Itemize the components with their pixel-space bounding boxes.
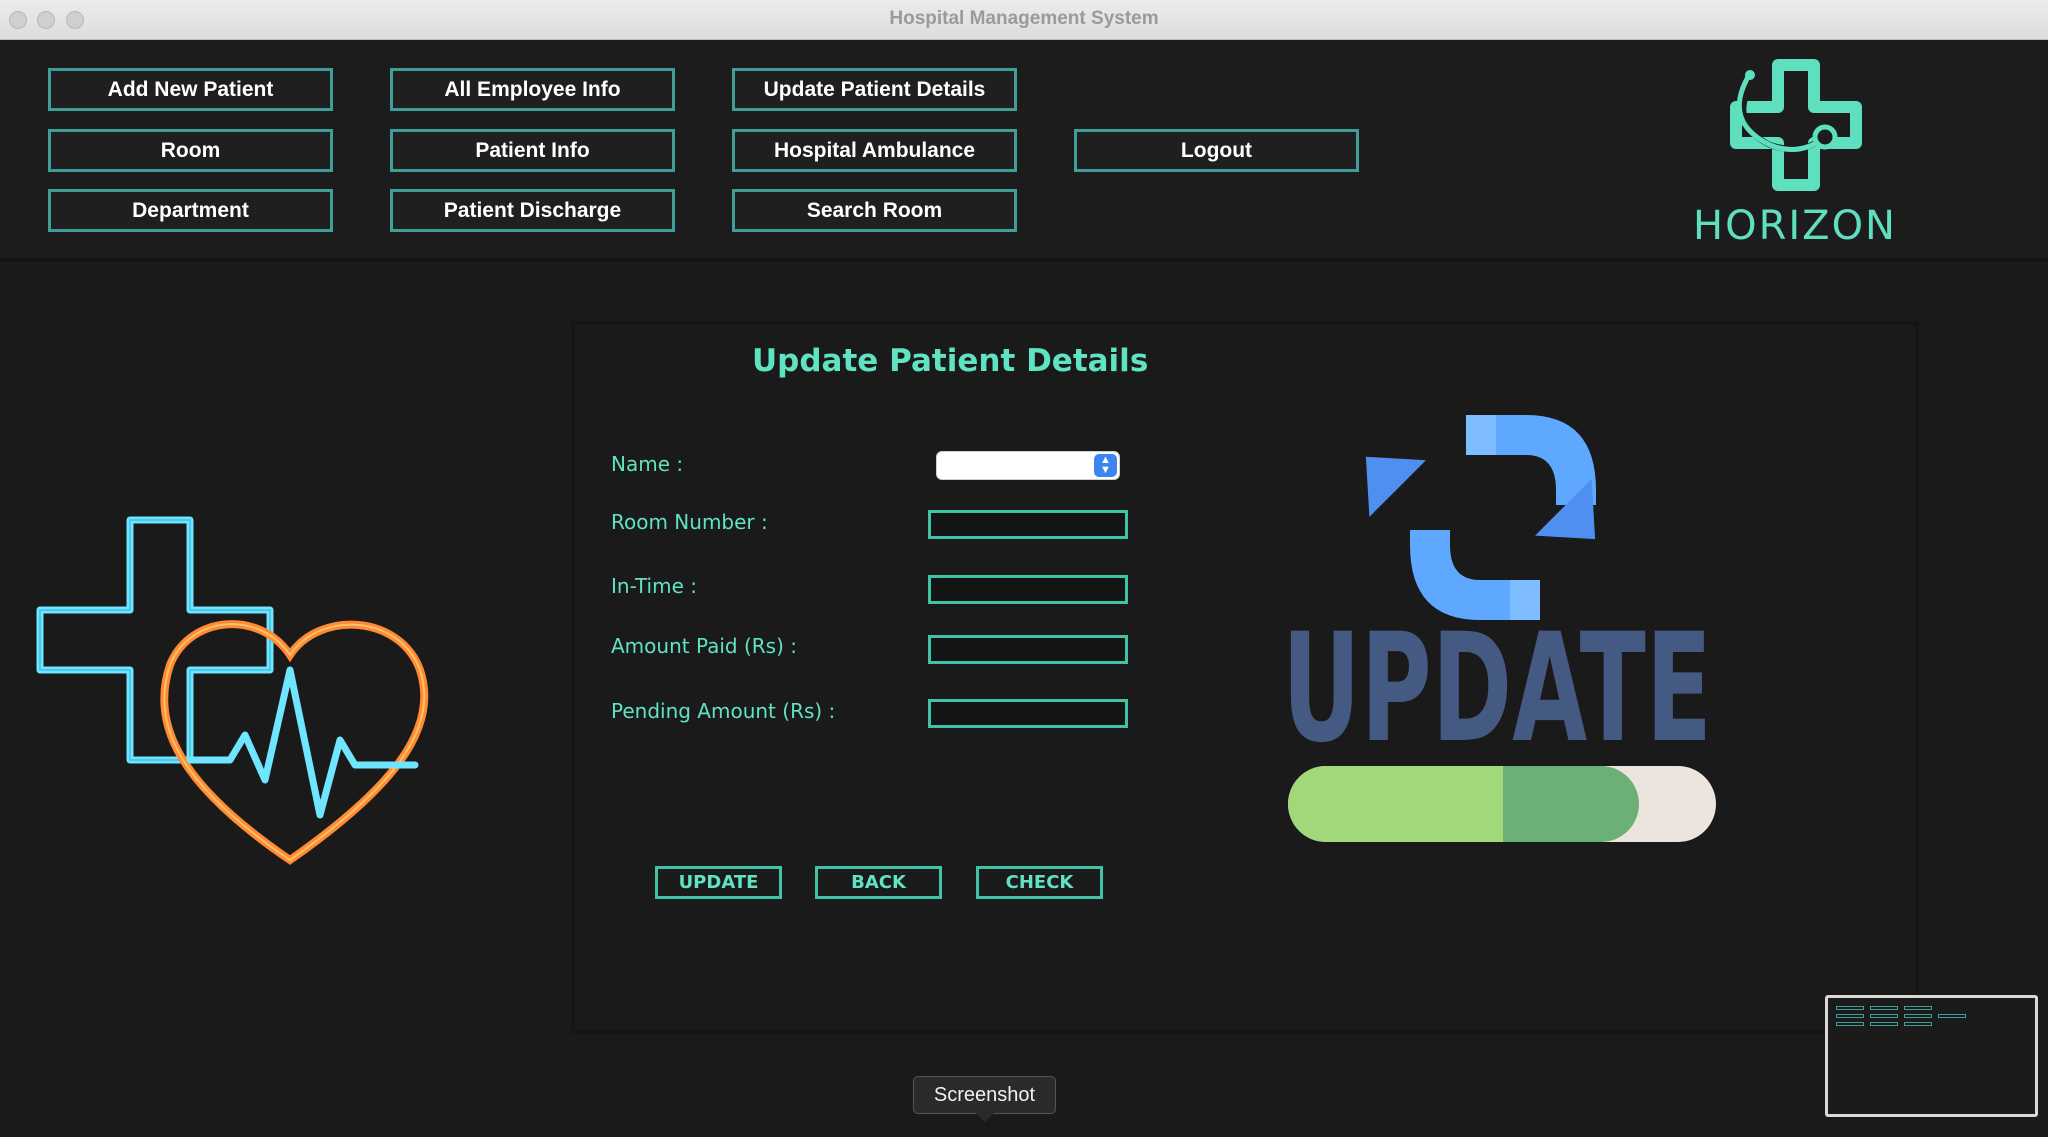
page-title: Update Patient Details xyxy=(752,343,1149,379)
window-title: Hospital Management System xyxy=(889,8,1159,29)
pending-amount-input[interactable] xyxy=(928,699,1128,728)
logo-text: HORIZON xyxy=(1693,203,1897,249)
pending-amount-label: Pending Amount (Rs) : xyxy=(611,699,836,723)
window-titlebar: Hospital Management System xyxy=(0,0,2048,40)
all-employee-info-button[interactable]: All Employee Info xyxy=(390,68,675,111)
search-room-button[interactable]: Search Room xyxy=(732,189,1017,232)
screenshot-thumbnail[interactable] xyxy=(1825,995,2038,1117)
medical-heart-icon xyxy=(36,516,429,865)
room-number-input[interactable] xyxy=(928,510,1128,539)
room-number-label: Room Number : xyxy=(611,510,768,534)
check-button[interactable]: CHECK xyxy=(976,866,1103,899)
update-illustration-icon: UPDATE xyxy=(1282,415,1716,842)
back-button[interactable]: BACK xyxy=(815,866,942,899)
amount-paid-input[interactable] xyxy=(928,635,1128,664)
in-time-input[interactable] xyxy=(928,575,1128,604)
name-label: Name : xyxy=(611,452,684,476)
chevron-up-down-icon: ▲ ▼ xyxy=(1094,454,1117,477)
screenshot-tooltip: Screenshot xyxy=(913,1076,1056,1122)
hospital-ambulance-button[interactable]: Hospital Ambulance xyxy=(732,129,1017,172)
patient-discharge-button[interactable]: Patient Discharge xyxy=(390,189,675,232)
logout-button[interactable]: Logout xyxy=(1074,129,1359,172)
amount-paid-label: Amount Paid (Rs) : xyxy=(611,634,797,658)
name-select[interactable]: ▲ ▼ xyxy=(936,451,1120,480)
update-button[interactable]: UPDATE xyxy=(655,866,782,899)
room-button[interactable]: Room xyxy=(48,129,333,172)
department-button[interactable]: Department xyxy=(48,189,333,232)
update-word: UPDATE xyxy=(1282,602,1712,776)
patient-info-button[interactable]: Patient Info xyxy=(390,129,675,172)
in-time-label: In-Time : xyxy=(611,574,697,598)
update-patient-details-button[interactable]: Update Patient Details xyxy=(732,68,1017,111)
add-new-patient-button[interactable]: Add New Patient xyxy=(48,68,333,111)
